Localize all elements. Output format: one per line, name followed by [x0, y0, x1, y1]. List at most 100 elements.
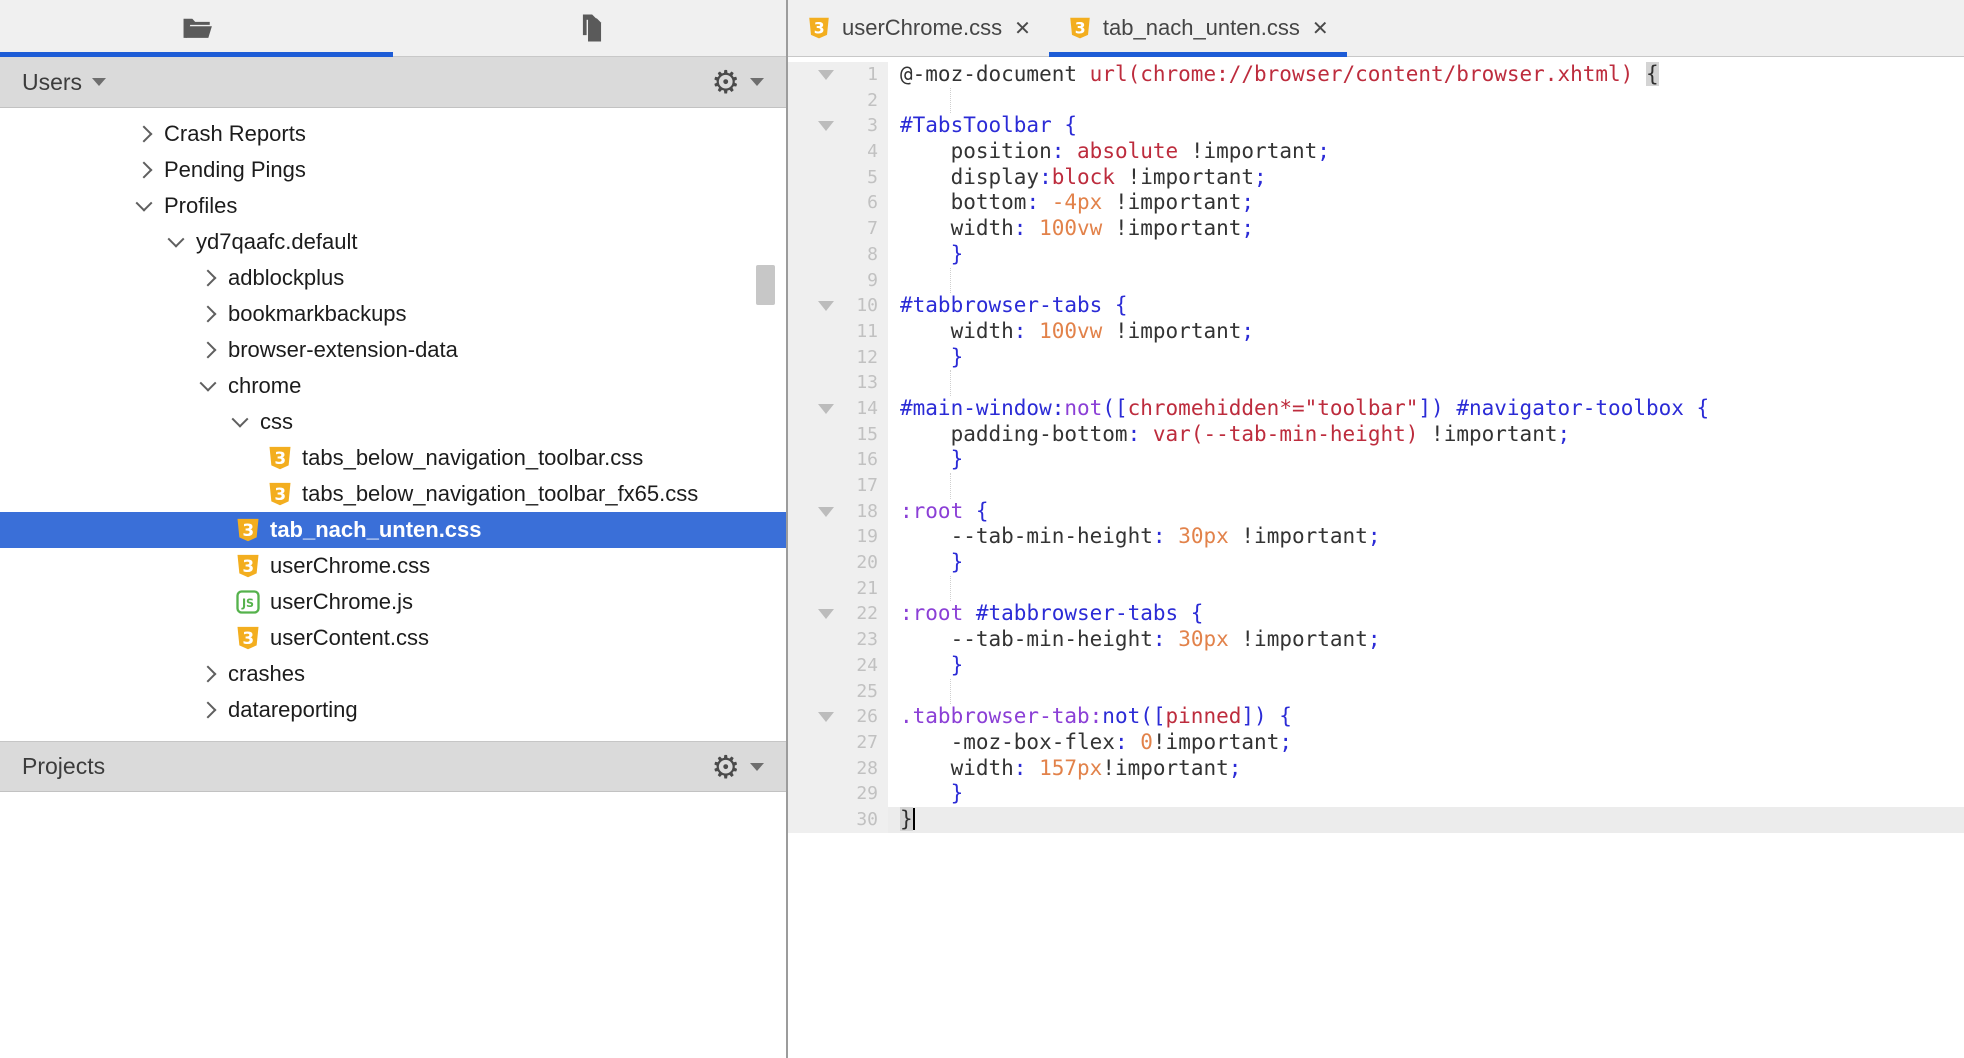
- chevron-expanded-icon[interactable]: [136, 195, 153, 212]
- chevron-expanded-icon[interactable]: [232, 411, 249, 428]
- tree-item-browser-extension-data[interactable]: browser-extension-data: [0, 332, 786, 368]
- css-file-icon: 3: [1067, 15, 1093, 41]
- projects-section-header[interactable]: Projects ⚙: [0, 741, 786, 792]
- projects-section-menu-button[interactable]: ⚙: [711, 751, 764, 783]
- gutter: 14: [788, 396, 888, 422]
- line-number: 26: [834, 704, 888, 730]
- gutter: 19: [788, 524, 888, 550]
- line-number: 10: [834, 293, 888, 319]
- tree-item-pending-pings[interactable]: Pending Pings: [0, 152, 786, 188]
- chevron-down-icon: [92, 78, 106, 86]
- fold-arrow-icon: [818, 404, 834, 414]
- tree-item-usercontent-css[interactable]: 3userContent.css: [0, 620, 786, 656]
- code-line-13: 13: [788, 370, 1964, 396]
- chevron-collapsed-icon[interactable]: [200, 270, 217, 287]
- code-line-24: 24 }: [788, 653, 1964, 679]
- code-line-9: 9: [788, 268, 1964, 294]
- code-line-text: width: 157px!important;: [888, 756, 1964, 782]
- svg-text:3: 3: [1075, 19, 1086, 38]
- fold-arrow-icon: [818, 70, 834, 80]
- tree-item-crash-reports[interactable]: Crash Reports: [0, 116, 786, 152]
- tree-item-label: css: [260, 409, 293, 435]
- chevron-expanded-icon[interactable]: [200, 375, 217, 392]
- code-line-text: [888, 679, 1964, 705]
- tree-item-tab-nach-unten-css[interactable]: 3tab_nach_unten.css: [0, 512, 786, 548]
- code-line-6: 6 bottom: -4px !important;: [788, 190, 1964, 216]
- sidebar-tab-files[interactable]: [393, 0, 786, 56]
- tree-item-userchrome-js[interactable]: JSuserChrome.js: [0, 584, 786, 620]
- chevron-expanded-icon[interactable]: [168, 231, 185, 248]
- svg-text:JS: JS: [241, 597, 254, 610]
- line-number: 6: [834, 190, 888, 216]
- line-number: 24: [834, 653, 888, 679]
- line-number: 22: [834, 601, 888, 627]
- users-section-menu-button[interactable]: ⚙: [711, 66, 764, 98]
- gutter: 27: [788, 730, 888, 756]
- gutter: 10: [788, 293, 888, 319]
- chevron-collapsed-icon[interactable]: [200, 342, 217, 359]
- tree-item-tabs-below-navigation-toolbar-css[interactable]: 3tabs_below_navigation_toolbar.css: [0, 440, 786, 476]
- tree-item-yd7qaafc-default[interactable]: yd7qaafc.default: [0, 224, 786, 260]
- chevron-collapsed-icon[interactable]: [136, 162, 153, 179]
- editor-tab-userchrome-css[interactable]: 3 userChrome.css ✕: [788, 0, 1049, 56]
- fold-toggle-icon[interactable]: [788, 70, 834, 80]
- tree-item-adblockplus[interactable]: adblockplus: [0, 260, 786, 296]
- code-line-text: }: [888, 807, 1964, 833]
- tree-item-css[interactable]: css: [0, 404, 786, 440]
- chevron-collapsed-icon[interactable]: [200, 666, 217, 683]
- fold-arrow-icon: [818, 301, 834, 311]
- code-line-text: }: [888, 781, 1964, 807]
- code-line-text: @-moz-document url(chrome://browser/cont…: [888, 62, 1964, 88]
- line-number: 18: [834, 499, 888, 525]
- code-line-27: 27 -moz-box-flex: 0!important;: [788, 730, 1964, 756]
- editor-tab-tab-nach-unten-css[interactable]: 3 tab_nach_unten.css ✕: [1049, 0, 1347, 56]
- code-line-21: 21: [788, 576, 1964, 602]
- fold-toggle-icon[interactable]: [788, 712, 834, 722]
- line-number: 27: [834, 730, 888, 756]
- close-icon[interactable]: ✕: [1014, 16, 1031, 40]
- svg-text:3: 3: [814, 19, 825, 38]
- users-section-header[interactable]: Users ⚙: [0, 57, 786, 108]
- fold-toggle-icon[interactable]: [788, 404, 834, 414]
- tree-item-bookmarkbackups[interactable]: bookmarkbackups: [0, 296, 786, 332]
- tree-item-label: Pending Pings: [164, 157, 306, 183]
- file-tree[interactable]: Crash Reports Pending Pings Profilesyd7qaa…: [0, 108, 786, 731]
- line-number: 30: [834, 807, 888, 833]
- chevron-collapsed-icon[interactable]: [200, 702, 217, 719]
- fold-arrow-icon: [818, 121, 834, 131]
- gear-icon: ⚙: [711, 751, 740, 783]
- tree-item-label: chrome: [228, 373, 301, 399]
- gutter: 2: [788, 88, 888, 114]
- chevron-collapsed-icon[interactable]: [136, 126, 153, 143]
- sidebar: Users ⚙ Crash Reports Pending Pings Profil…: [0, 0, 788, 1058]
- active-tab-underline: [0, 52, 393, 57]
- tree-item-userchrome-css[interactable]: 3userChrome.css: [0, 548, 786, 584]
- chevron-collapsed-icon[interactable]: [200, 306, 217, 323]
- tree-item-crashes[interactable]: crashes: [0, 656, 786, 692]
- sidebar-tab-places[interactable]: [0, 0, 393, 56]
- code-line-19: 19 --tab-min-height: 30px !important;: [788, 524, 1964, 550]
- fold-arrow-icon: [818, 712, 834, 722]
- code-line-26: 26.tabbrowser-tab:not([pinned]) {: [788, 704, 1964, 730]
- tree-item-chrome[interactable]: chrome: [0, 368, 786, 404]
- code-line-1: 1@-moz-document url(chrome://browser/con…: [788, 62, 1964, 88]
- code-line-text: #main-window:not([chromehidden*="toolbar…: [888, 396, 1964, 422]
- line-number: 25: [834, 679, 888, 705]
- code-line-text: }: [888, 242, 1964, 268]
- tree-item-profiles[interactable]: Profiles: [0, 188, 786, 224]
- text-cursor: [913, 808, 915, 830]
- css-file-icon: 3: [266, 444, 294, 472]
- close-icon[interactable]: ✕: [1312, 16, 1329, 40]
- fold-toggle-icon[interactable]: [788, 507, 834, 517]
- fold-toggle-icon[interactable]: [788, 121, 834, 131]
- svg-text:3: 3: [242, 520, 254, 540]
- tree-item-tabs-below-navigation-toolbar-fx65-css[interactable]: 3tabs_below_navigation_toolbar_fx65.css: [0, 476, 786, 512]
- documents-icon: [571, 11, 609, 45]
- code-editor[interactable]: 1@-moz-document url(chrome://browser/con…: [788, 57, 1964, 1058]
- fold-toggle-icon[interactable]: [788, 609, 834, 619]
- fold-toggle-icon[interactable]: [788, 301, 834, 311]
- scrollbar-thumb[interactable]: [756, 265, 775, 305]
- line-number: 3: [834, 113, 888, 139]
- tree-item-datareporting[interactable]: datareporting: [0, 692, 786, 728]
- code-line-22: 22:root #tabbrowser-tabs {: [788, 601, 1964, 627]
